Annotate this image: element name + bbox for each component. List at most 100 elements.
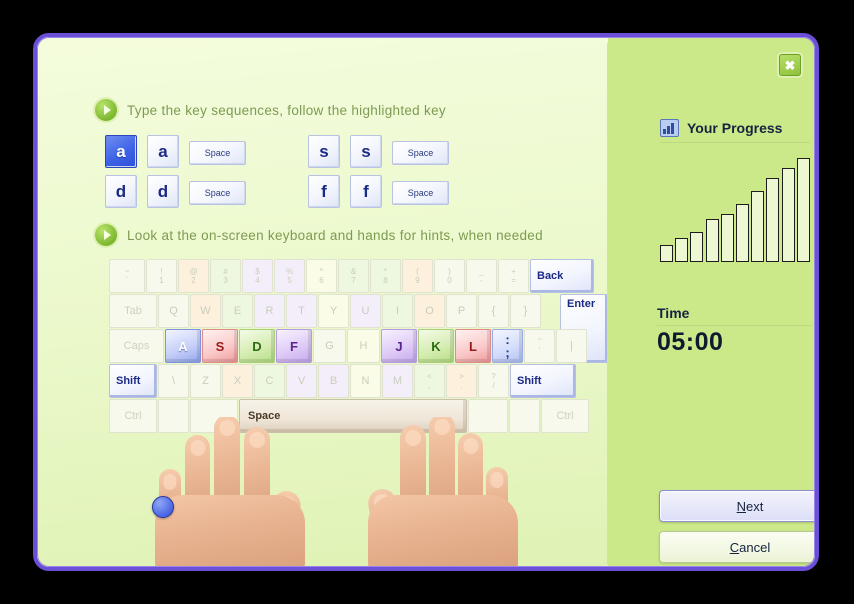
on-screen-keyboard[interactable]: ~ ` ! 1 @2 #3 $4 % 5 ^ 6 & 7 * 8 (9 ) 0 _ - + = Back Tab Q W E R T Y U… <box>109 259 607 434</box>
key-label: N <box>361 374 370 387</box>
key-D[interactable]: D <box>239 329 275 363</box>
key-label: O <box>425 304 434 317</box>
key-label: Back <box>537 269 564 282</box>
key-H[interactable]: H <box>347 329 380 363</box>
key-label: ^ 6 <box>319 267 324 285</box>
typing-tutor-window: Type the key sequences, follow the highl… <box>33 33 819 571</box>
key-V[interactable]: V <box>286 364 317 398</box>
key-sym[interactable]: " ' <box>524 329 555 363</box>
key-I[interactable]: I <box>382 294 413 328</box>
progress-header: Your Progress <box>660 119 782 137</box>
key-label: } <box>523 304 528 317</box>
cancel-button[interactable]: Cancel <box>659 531 815 563</box>
key-6[interactable]: ^ 6 <box>306 259 337 293</box>
key-5[interactable]: % 5 <box>274 259 305 293</box>
key-Tab[interactable]: Tab <box>109 294 157 328</box>
key-sym[interactable]: + = <box>498 259 529 293</box>
sequence-key: d <box>105 175 137 208</box>
key-F[interactable]: F <box>276 329 312 363</box>
key-label: I <box>395 304 400 317</box>
sequence-key: f <box>350 175 382 208</box>
key-0[interactable]: ) 0 <box>434 259 465 293</box>
key-label: W <box>200 304 211 317</box>
key-Shift[interactable]: Shift <box>109 364 157 398</box>
key-label: U <box>361 304 370 317</box>
key-sym[interactable]: { <box>478 294 509 328</box>
key-sym[interactable]: \ <box>158 364 189 398</box>
key-B[interactable]: B <box>318 364 349 398</box>
key-sym[interactable]: } <box>510 294 541 328</box>
key-label: ~ ` <box>124 267 130 285</box>
sequence-key: s <box>350 135 382 168</box>
key-Z[interactable]: Z <box>190 364 221 398</box>
sequence-space-key: Space <box>189 141 246 165</box>
key-Y[interactable]: Y <box>318 294 349 328</box>
key-P[interactable]: P <box>446 294 477 328</box>
key-2[interactable]: @2 <box>178 259 209 293</box>
key-label: % 5 <box>285 267 294 285</box>
key-label: ) 0 <box>447 267 452 285</box>
key-sym[interactable]: >. <box>446 364 477 398</box>
key-label: G <box>325 339 334 352</box>
key-label: E <box>233 304 242 317</box>
key-label: Z <box>202 374 209 387</box>
key-sym[interactable]: :; <box>492 329 523 363</box>
key-label: R <box>265 304 274 317</box>
key-sym[interactable]: | <box>556 329 587 363</box>
key-R[interactable]: R <box>254 294 285 328</box>
key-Q[interactable]: Q <box>158 294 189 328</box>
key-O[interactable]: O <box>414 294 445 328</box>
chart-bar <box>675 238 689 262</box>
key-L[interactable]: L <box>455 329 491 363</box>
key-Back[interactable]: Back <box>530 259 594 293</box>
key-9[interactable]: (9 <box>402 259 433 293</box>
key-G[interactable]: G <box>313 329 346 363</box>
close-icon[interactable]: ✖ <box>779 54 801 76</box>
key-7[interactable]: & 7 <box>338 259 369 293</box>
key-label: ? / <box>491 372 496 390</box>
key-1[interactable]: ! 1 <box>146 259 177 293</box>
key-label: { <box>491 304 496 317</box>
key-4[interactable]: $4 <box>242 259 273 293</box>
sequence-space-key: Space <box>392 141 449 165</box>
key-label: H <box>359 339 368 352</box>
next-button[interactable]: Next <box>659 490 815 522</box>
key-E[interactable]: E <box>222 294 253 328</box>
chart-bar <box>660 245 673 262</box>
key-label: B <box>329 374 338 387</box>
key-C[interactable]: C <box>254 364 285 398</box>
sequence-key: s <box>308 135 340 168</box>
key-T[interactable]: T <box>286 294 317 328</box>
key-3[interactable]: #3 <box>210 259 241 293</box>
key-J[interactable]: J <box>381 329 417 363</box>
key-label: Tab <box>124 304 142 317</box>
key-8[interactable]: * 8 <box>370 259 401 293</box>
key-Caps[interactable]: Caps <box>109 329 164 363</box>
key-label: + = <box>511 267 516 285</box>
key-sequence-group: a a Space <box>105 135 308 168</box>
key-Shift[interactable]: Shift <box>510 364 576 398</box>
key-U[interactable]: U <box>350 294 381 328</box>
key-X[interactable]: X <box>222 364 253 398</box>
finger-marker <box>152 496 174 518</box>
key-sym[interactable]: ? / <box>478 364 509 398</box>
key-label: Shift <box>116 374 141 387</box>
play-icon <box>95 99 117 121</box>
key-sym[interactable]: <, <box>414 364 445 398</box>
key-label: Shift <box>517 374 542 387</box>
chart-bar <box>796 158 810 262</box>
key-label: >. <box>459 372 464 390</box>
key-label: #3 <box>223 267 228 285</box>
key-A[interactable]: A <box>165 329 201 363</box>
key-N[interactable]: N <box>350 364 381 398</box>
key-K[interactable]: K <box>418 329 454 363</box>
key-M[interactable]: M <box>382 364 413 398</box>
key-W[interactable]: W <box>190 294 221 328</box>
key-sym[interactable]: ~ ` <box>109 259 145 293</box>
qwerty-row: Tab Q W E R T Y U I O P {} Enter <box>109 294 607 363</box>
key-sym[interactable]: _ - <box>466 259 497 293</box>
key-S[interactable]: S <box>202 329 238 363</box>
home-row: Caps A S D F G H J K L:; " ' | <box>109 329 607 363</box>
instruction-row-2: Look at the on-screen keyboard and hands… <box>95 224 543 246</box>
status-pane: ✖ Your Progress Time 05:00 Next Cancel <box>608 37 815 567</box>
